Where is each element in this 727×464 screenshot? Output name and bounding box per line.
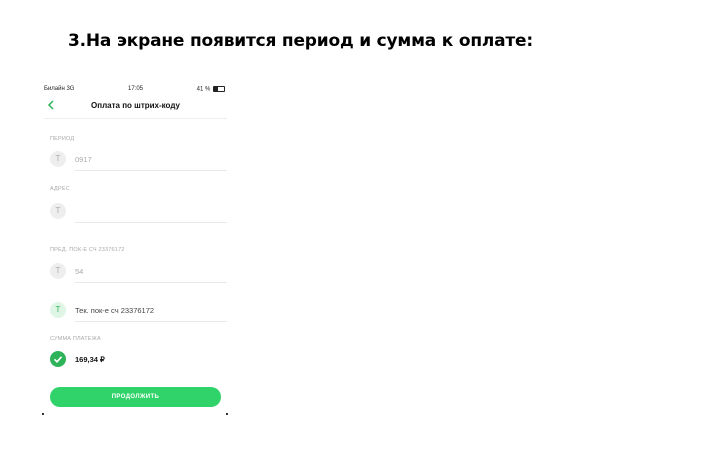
period-value: 0917 [75, 155, 92, 164]
text-field-icon: T [50, 151, 66, 167]
prev-reading-field[interactable]: T 54 [50, 263, 227, 283]
field-underline [75, 170, 227, 171]
battery-icon [213, 86, 225, 92]
period-field[interactable]: T 0917 [50, 151, 227, 171]
phone-screenshot: Билайн 3G 17:05 41 % Оплата по штрих-код… [42, 82, 229, 417]
corner-dot [226, 413, 228, 415]
continue-button[interactable]: ПРОДОЛЖИТЬ [50, 387, 221, 407]
page-heading: 3.На экране появится период и сумма к оп… [68, 31, 533, 51]
divider [44, 118, 227, 119]
prev-reading-label: ПРЕД. ПОК-Е СЧ 23376172 [50, 247, 125, 253]
corner-dot [42, 413, 44, 415]
battery-status: 41 % [197, 86, 225, 93]
field-underline [75, 321, 227, 322]
status-bar: Билайн 3G 17:05 41 % [42, 85, 229, 95]
amount-field[interactable]: 169,34 ₽ [50, 351, 220, 371]
screen-title: Оплата по штрих-коду [91, 101, 180, 110]
nav-bar: Оплата по штрих-коду [42, 98, 229, 114]
clock-label: 17:05 [128, 86, 144, 92]
battery-percent: 41 % [196, 86, 211, 93]
period-label: ПЕРИОД [50, 136, 75, 142]
text-field-icon: T [50, 263, 66, 279]
current-reading-placeholder: Тек. пок-е сч 23376172 [75, 306, 155, 315]
current-reading-field[interactable]: T Тек. пок-е сч 23376172 [50, 302, 227, 322]
amount-value: 169,34 ₽ [75, 355, 105, 364]
text-field-icon: T [50, 203, 66, 219]
carrier-label: Билайн 3G [44, 86, 75, 92]
amount-label: СУММА ПЛАТЕЖА [50, 336, 101, 342]
prev-reading-value: 54 [75, 267, 84, 276]
field-underline [75, 222, 227, 223]
address-label: АДРЕС [50, 186, 70, 192]
field-underline [75, 282, 227, 283]
check-icon [50, 351, 66, 367]
text-field-icon: T [50, 302, 66, 318]
address-field[interactable]: T [50, 203, 227, 223]
